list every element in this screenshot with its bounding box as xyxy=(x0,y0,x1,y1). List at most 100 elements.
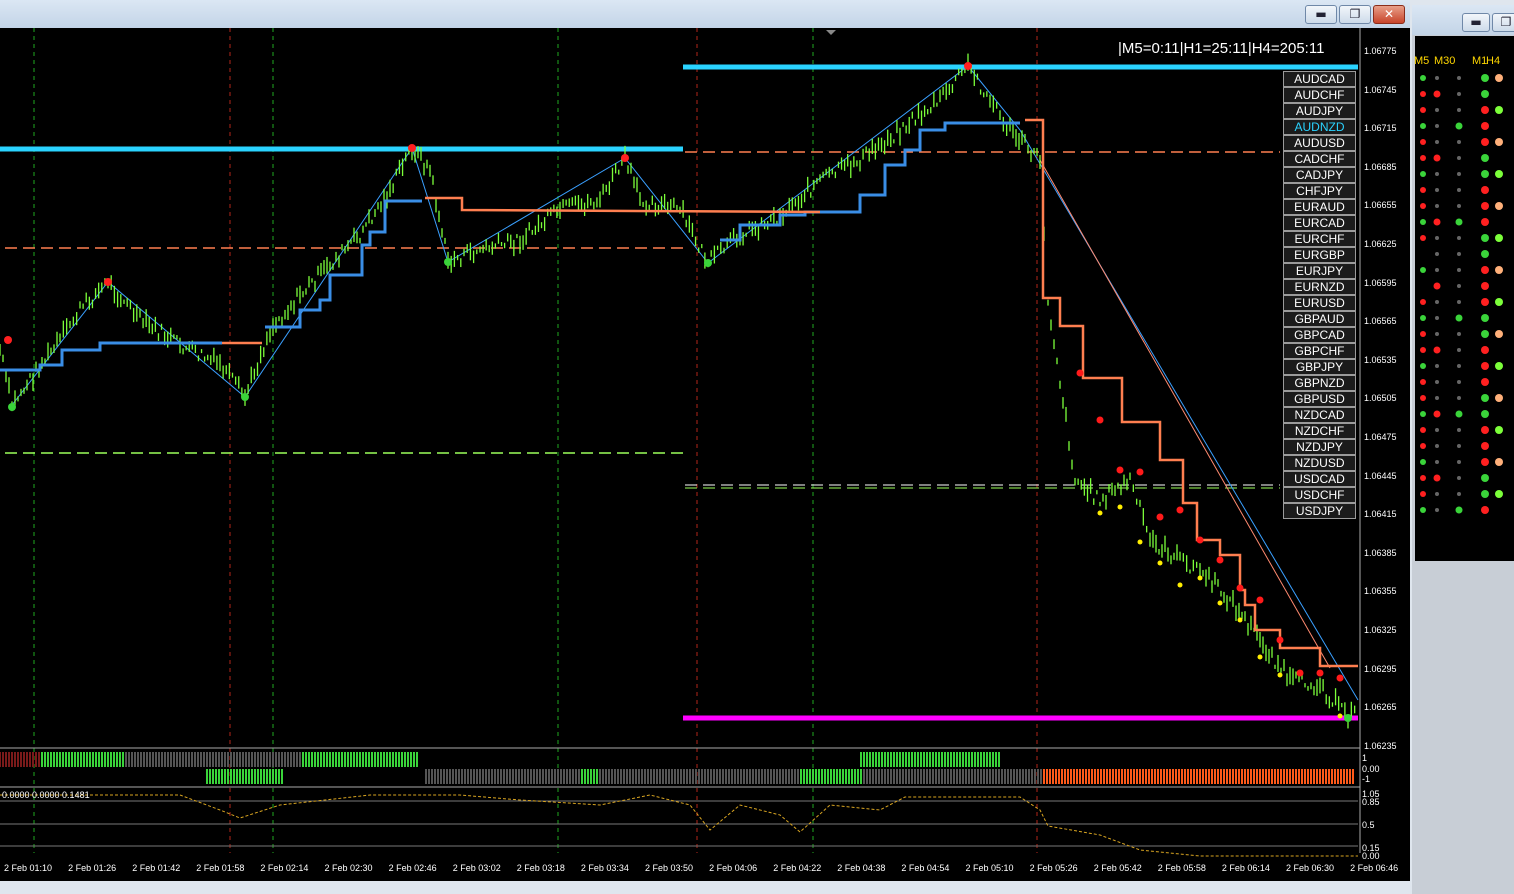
signal-dot xyxy=(1435,188,1439,192)
symbol-button-audcad[interactable]: AUDCAD xyxy=(1283,71,1356,87)
header-m30: M30 xyxy=(1434,55,1456,67)
panel-minimize-button[interactable]: ▬ xyxy=(1462,13,1490,32)
price-label: 1.06415 xyxy=(1364,509,1397,520)
symbol-button-audusd[interactable]: AUDUSD xyxy=(1283,135,1356,151)
time-label: 2 Feb 01:42 xyxy=(132,863,181,873)
symbol-button-usdjpy[interactable]: USDJPY xyxy=(1283,503,1356,519)
symbol-button-gbpnzd[interactable]: GBPNZD xyxy=(1283,375,1356,391)
symbol-button-gbpcad[interactable]: GBPCAD xyxy=(1283,327,1356,343)
signal-dot xyxy=(1435,300,1439,304)
swing-low-marker xyxy=(8,403,16,411)
chart-canvas xyxy=(0,28,1361,857)
signal-dot xyxy=(1457,380,1461,384)
signal-dot xyxy=(1420,139,1426,145)
signal-dot xyxy=(1457,108,1461,112)
signal-dot xyxy=(1495,426,1503,434)
sell-dot xyxy=(1096,416,1104,424)
swing-high-marker xyxy=(4,336,12,344)
symbol-button-eurnzd[interactable]: EURNZD xyxy=(1283,279,1356,295)
price-label: 1.06685 xyxy=(1364,161,1397,172)
chart-shift-marker xyxy=(826,30,836,35)
signal-dot xyxy=(1435,236,1439,240)
minimize-button[interactable]: ▬ xyxy=(1305,5,1337,24)
signal-dot xyxy=(1420,91,1426,97)
indicator-line xyxy=(0,794,1358,857)
symbol-button-eurusd[interactable]: EURUSD xyxy=(1283,295,1356,311)
price-label: 1.06445 xyxy=(1364,470,1397,481)
symbol-button-cadjpy[interactable]: CADJPY xyxy=(1283,167,1356,183)
signal-dot xyxy=(1481,490,1489,498)
signal-dot xyxy=(1481,154,1489,162)
time-label: 2 Feb 06:30 xyxy=(1286,863,1335,873)
price-chart[interactable] xyxy=(0,28,1410,881)
symbol-button-nzdcad[interactable]: NZDCAD xyxy=(1283,407,1356,423)
symbol-button-eurcad[interactable]: EURCAD xyxy=(1283,215,1356,231)
signal-dot xyxy=(1435,252,1439,256)
symbol-button-audjpy[interactable]: AUDJPY xyxy=(1283,103,1356,119)
time-label: 2 Feb 03:02 xyxy=(452,863,501,873)
histogram-scale-label: 1 xyxy=(1362,753,1368,763)
sell-dot-small xyxy=(1277,672,1283,678)
signal-dot xyxy=(1435,108,1439,112)
symbol-button-gbpusd[interactable]: GBPUSD xyxy=(1283,391,1356,407)
symbol-button-audnzd[interactable]: AUDNZD xyxy=(1283,119,1356,135)
swing-low-marker xyxy=(241,393,249,401)
sell-dot-small xyxy=(1157,560,1163,566)
signal-dot xyxy=(1420,507,1426,513)
symbol-button-gbpjpy[interactable]: GBPJPY xyxy=(1283,359,1356,375)
restore-button[interactable]: ❐ xyxy=(1339,5,1371,24)
symbol-button-chfjpy[interactable]: CHFJPY xyxy=(1283,183,1356,199)
time-label: 2 Feb 06:14 xyxy=(1221,863,1270,873)
signal-dot xyxy=(1481,106,1489,114)
symbol-button-audchf[interactable]: AUDCHF xyxy=(1283,87,1356,103)
panel-restore-button[interactable]: ❐ xyxy=(1492,13,1514,32)
signal-dot xyxy=(1481,346,1489,354)
signal-dot xyxy=(1457,348,1461,352)
symbol-button-gbpchf[interactable]: GBPCHF xyxy=(1283,343,1356,359)
signal-dot xyxy=(1481,282,1489,290)
symbol-button-eurjpy[interactable]: EURJPY xyxy=(1283,263,1356,279)
signal-dot xyxy=(1481,506,1489,514)
symbol-button-eurchf[interactable]: EURCHF xyxy=(1283,231,1356,247)
symbol-button-nzdjpy[interactable]: NZDJPY xyxy=(1283,439,1356,455)
signal-dot xyxy=(1457,268,1461,272)
symbol-button-nzdusd[interactable]: NZDUSD xyxy=(1283,455,1356,471)
signal-dot xyxy=(1435,76,1439,80)
symbol-button-usdcad[interactable]: USDCAD xyxy=(1283,471,1356,487)
signal-dot xyxy=(1435,492,1439,496)
signal-dot xyxy=(1481,458,1489,466)
symbol-button-euraud[interactable]: EURAUD xyxy=(1283,199,1356,215)
close-button[interactable]: ✕ xyxy=(1373,5,1405,24)
price-label: 1.06565 xyxy=(1364,316,1397,327)
signal-dot xyxy=(1481,234,1489,242)
symbol-button-usdchf[interactable]: USDCHF xyxy=(1283,487,1356,503)
time-label: 2 Feb 06:46 xyxy=(1350,863,1399,873)
time-label: 2 Feb 05:42 xyxy=(1093,863,1142,873)
price-label: 1.06325 xyxy=(1364,625,1397,635)
swing-low-marker xyxy=(704,259,712,267)
sell-dot-small xyxy=(1237,617,1243,623)
price-label: 1.06655 xyxy=(1364,200,1397,211)
signal-dot xyxy=(1435,268,1439,272)
signal-dot xyxy=(1433,218,1441,226)
histogram-scale-label: 0.00 xyxy=(1362,764,1380,774)
signal-dot xyxy=(1420,235,1426,241)
signal-dot xyxy=(1495,106,1503,114)
signal-dot xyxy=(1435,172,1439,176)
signal-dot xyxy=(1420,187,1426,193)
symbol-button-gbpaud[interactable]: GBPAUD xyxy=(1283,311,1356,327)
time-label: 2 Feb 01:10 xyxy=(4,863,53,873)
indicator-scale-label: 0.5 xyxy=(1362,820,1375,830)
symbol-button-nzdchf[interactable]: NZDCHF xyxy=(1283,423,1356,439)
swing-high-marker xyxy=(621,154,629,162)
signal-dot xyxy=(1457,284,1461,288)
sell-dot xyxy=(1156,513,1164,521)
signal-dot xyxy=(1420,443,1426,449)
sell-dot xyxy=(1316,669,1324,677)
symbol-button-cadchf[interactable]: CADCHF xyxy=(1283,151,1356,167)
header-m5: M5 xyxy=(1414,55,1430,67)
symbol-button-eurgbp[interactable]: EURGBP xyxy=(1283,247,1356,263)
time-label: 2 Feb 04:06 xyxy=(709,863,758,873)
price-label: 1.06505 xyxy=(1364,393,1397,404)
time-label: 2 Feb 04:22 xyxy=(773,863,822,873)
